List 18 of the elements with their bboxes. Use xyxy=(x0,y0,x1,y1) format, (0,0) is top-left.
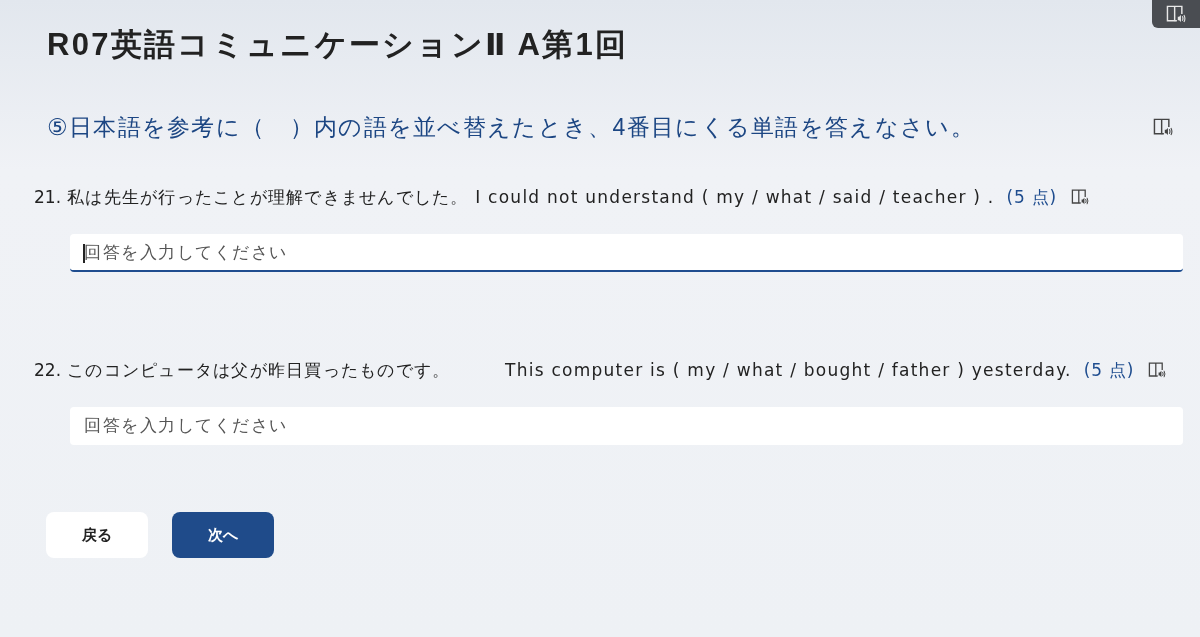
answer-field[interactable]: 回答を入力してください xyxy=(70,407,1183,445)
question-sentence: このコンピュータは父が昨日買ったものです。 This computer is ( my / what / bought / father ) yesterday. xyxy=(67,359,1072,381)
instruction-text: ⑤日本語を参考に（ ）内の語を並べ替えたとき、4番目にくる単語を答えなさい。 xyxy=(47,113,975,142)
book-speaker-icon[interactable] xyxy=(1071,189,1089,205)
answer-field[interactable]: 回答を入力してください xyxy=(70,234,1183,272)
book-speaker-icon[interactable] xyxy=(1153,118,1173,136)
points-label: (5 点) xyxy=(1083,359,1135,381)
book-speaker-icon xyxy=(1166,5,1186,23)
nav-button[interactable]: 次へ xyxy=(172,512,274,558)
nav-button[interactable]: 戻る xyxy=(46,512,148,558)
page-title: R07英語コミュニケーションⅡ A第1回 xyxy=(47,26,629,64)
question-number: 22. xyxy=(34,359,62,381)
question-number: 21. xyxy=(34,186,62,208)
text-cursor-icon xyxy=(83,244,85,263)
points-label: (5 点) xyxy=(1006,186,1057,208)
read-aloud-button[interactable] xyxy=(1152,0,1200,28)
question-sentence: 私は先生が行ったことが理解できませんでした。 I could not understand ( my / what / said / teacher ) . xyxy=(67,186,995,208)
book-speaker-icon[interactable] xyxy=(1148,362,1167,378)
